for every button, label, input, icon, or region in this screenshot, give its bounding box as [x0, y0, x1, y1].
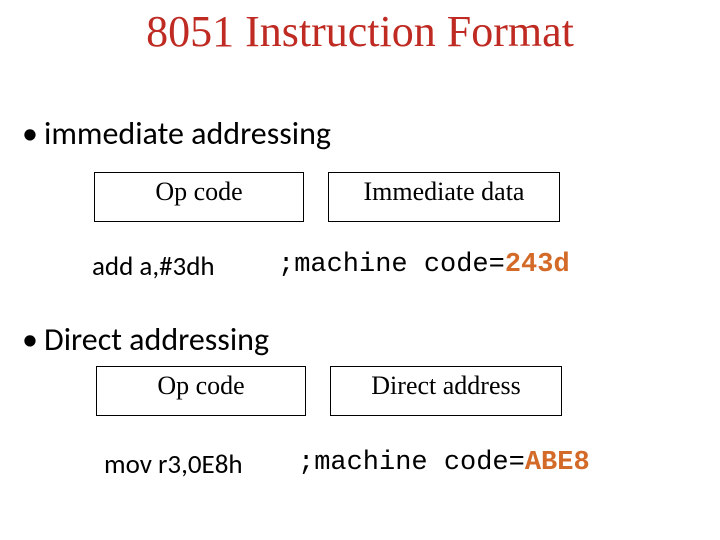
box-direct-address-label: Direct address — [371, 371, 520, 400]
bullet-text-2: Direct addressing — [44, 320, 269, 359]
comment-1: ;machine code=243d — [278, 250, 570, 280]
box-immediate-data: Immediate data — [328, 172, 560, 222]
slide-title: 8051 Instruction Format — [0, 6, 720, 57]
bullet-immediate: •immediate addressing — [22, 114, 331, 153]
bullet-dot: • — [22, 114, 44, 153]
comment-2: ;machine code=ABE8 — [298, 448, 590, 478]
box-opcode-1: Op code — [94, 172, 304, 222]
comment-1-prefix: ;machine code= — [278, 250, 505, 280]
bullet-text: immediate addressing — [44, 114, 331, 153]
asm-example-1-text: add a,#3dh — [92, 250, 215, 283]
asm-example-1: add a,#3dh — [92, 250, 215, 283]
asm-example-2-text: mov r3,0E8h — [104, 448, 243, 481]
box-opcode-2: Op code — [96, 366, 306, 416]
box-opcode-1-label: Op code — [155, 177, 242, 206]
slide: 8051 Instruction Format •immediate addre… — [0, 0, 720, 540]
comment-1-hex: 243d — [505, 250, 570, 280]
asm-example-2: mov r3,0E8h — [104, 448, 243, 481]
comment-2-prefix: ;machine code= — [298, 448, 525, 478]
box-opcode-2-label: Op code — [157, 371, 244, 400]
box-direct-address: Direct address — [330, 366, 562, 416]
bullet-direct: •Direct addressing — [22, 320, 269, 359]
bullet-dot-2: • — [22, 320, 44, 359]
box-immediate-data-label: Immediate data — [364, 177, 525, 206]
comment-2-hex: ABE8 — [525, 448, 590, 478]
